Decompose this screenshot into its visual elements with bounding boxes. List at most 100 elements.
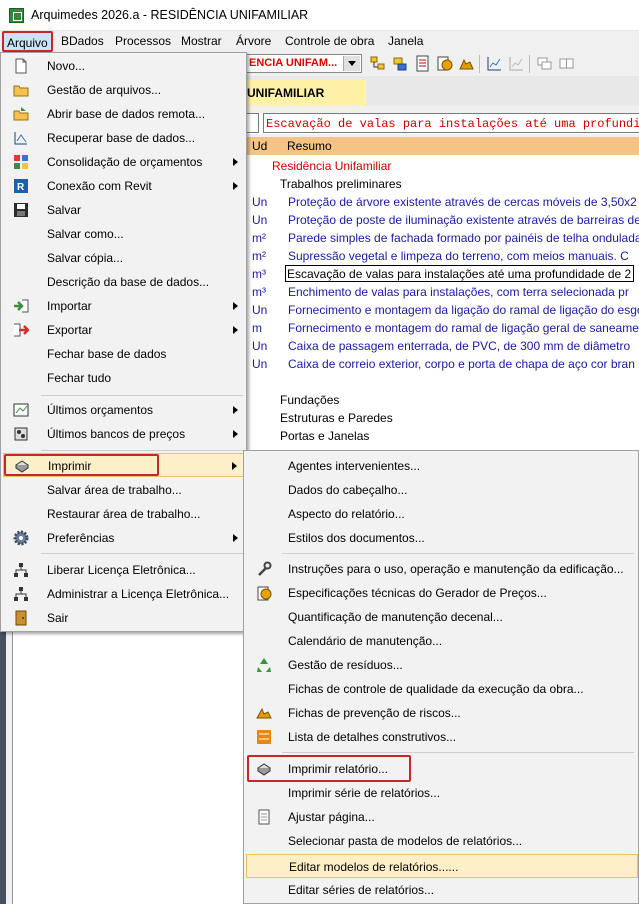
menu-item-exportar[interactable]: Exportar: [3, 318, 244, 342]
description-field[interactable]: Escavação de valas para instalações até …: [263, 113, 639, 133]
table-row-selected[interactable]: m³ Escavação de valas para instalações at…: [245, 265, 639, 283]
menu-item-gestao-de-arquivos[interactable]: Gestão de arquivos...: [3, 78, 244, 102]
menu-item-conexao-revit[interactable]: R Conexão com Revit: [3, 174, 244, 198]
menu-item-liberar-licenca[interactable]: Liberar Licença Eletrônica...: [3, 558, 244, 582]
column-header-summary[interactable]: Resumo: [287, 139, 332, 153]
row-summary: Trabalhos preliminares: [280, 177, 402, 191]
menu-item-label: Liberar Licença Eletrônica...: [47, 563, 196, 577]
tree-view[interactable]: [12, 628, 245, 904]
menu-item-calendario-manutencao[interactable]: Calendário de manutenção...: [246, 629, 638, 653]
menu-item-salvar-area[interactable]: Salvar área de trabalho...: [3, 478, 244, 502]
table-row[interactable]: Un Caixa de correio exterior, corpo e por…: [245, 355, 639, 373]
table-row[interactable]: Estruturas e Paredes: [245, 409, 639, 427]
submenu-arrow-icon: [233, 534, 238, 542]
code-field[interactable]: [245, 113, 259, 133]
menu-processos[interactable]: Processos: [115, 34, 171, 48]
menu-item-abrir-base-remota[interactable]: Abrir base de dados remota...: [3, 102, 244, 126]
menu-item-label: Fichas de prevenção de riscos...: [288, 706, 461, 720]
menu-item-salvar-copia[interactable]: Salvar cópia...: [3, 246, 244, 270]
table-row[interactable]: Trabalhos preliminares: [245, 175, 639, 193]
table-row[interactable]: Fundações: [245, 391, 639, 409]
menu-item-preferencias[interactable]: Preferências: [3, 526, 244, 550]
menu-item-salvar[interactable]: Salvar: [3, 198, 244, 222]
menu-item-dados-cabecalho[interactable]: Dados do cabeçalho...: [246, 478, 638, 502]
table-row[interactable]: Un Proteção de poste de iluminação existe…: [245, 211, 639, 229]
menu-arquivo[interactable]: Arquivo: [2, 31, 53, 52]
row-summary: Residência Unifamiliar: [272, 159, 392, 173]
tree-add-icon[interactable]: [370, 55, 387, 72]
menu-item-label: Administrar a Licença Eletrônica...: [47, 587, 230, 601]
menu-item-editar-series-relatorios[interactable]: Editar séries de relatórios...: [246, 878, 638, 902]
page-setup-icon: [258, 809, 270, 825]
menu-bdados[interactable]: BDados: [61, 34, 104, 48]
budget-combo[interactable]: ENCIA UNIFAM...: [245, 54, 362, 73]
menu-item-label: Selecionar pasta de modelos de relatório…: [288, 834, 523, 848]
menu-item-instrucoes-uso[interactable]: Instruções para o uso, operação e manute…: [246, 557, 638, 581]
chart-disabled-icon[interactable]: [508, 55, 525, 72]
table-row[interactable]: m Fornecimento e montagem do ramal de lig…: [245, 319, 639, 337]
menu-item-agentes-intervenientes[interactable]: Agentes intervenientes...: [246, 454, 638, 478]
menu-item-novo[interactable]: Novo...: [3, 54, 244, 78]
menu-item-descricao-base[interactable]: Descrição da base de dados...: [3, 270, 244, 294]
chevron-down-icon[interactable]: [343, 56, 360, 71]
menu-item-ultimos-bancos[interactable]: Últimos bancos de preços: [3, 422, 244, 446]
risk-prevention-toolbar-icon[interactable]: [458, 55, 475, 72]
menu-janela[interactable]: Janela: [388, 34, 423, 48]
menu-item-aspecto-relatorio[interactable]: Aspecto do relatório...: [246, 502, 638, 526]
menu-controle-de-obra[interactable]: Controle de obra: [285, 34, 374, 48]
table-row[interactable]: m² Parede simples de fachada formado por …: [245, 229, 639, 247]
menu-item-lista-detalhes-construtivos[interactable]: Lista de detalhes construtivos...: [246, 725, 638, 749]
menu-item-salvar-como[interactable]: Salvar como...: [3, 222, 244, 246]
menu-item-especificacoes-tecnicas[interactable]: Especificações técnicas do Gerador de Pr…: [246, 581, 638, 605]
menu-item-fichas-prevencao-riscos[interactable]: Fichas de prevenção de riscos...: [246, 701, 638, 725]
menu-item-sair[interactable]: Sair: [3, 606, 244, 630]
menu-item-editar-modelos-relatorios[interactable]: Editar modelos de relatórios......: [246, 854, 638, 878]
menu-mostrar[interactable]: Mostrar: [181, 34, 222, 48]
menu-item-gestao-residuos[interactable]: Gestão de resíduos...: [246, 653, 638, 677]
window-tile-icon[interactable]: [558, 55, 575, 72]
row-summary: Fornecimento e montagem da ligação do ra…: [288, 303, 639, 317]
menu-item-fechar-base[interactable]: Fechar base de dados: [3, 342, 244, 366]
menu-item-label: Exportar: [47, 323, 93, 337]
tab-residencia-unifamiliar[interactable]: UNIFAMILIAR: [245, 80, 366, 106]
tree-insert-icon[interactable]: [392, 55, 409, 72]
menu-item-restaurar-area[interactable]: Restaurar área de trabalho...: [3, 502, 244, 526]
menu-item-estilos-documentos[interactable]: Estilos dos documentos...: [246, 526, 638, 550]
menu-item-selecionar-pasta-modelos[interactable]: Selecionar pasta de modelos de relatório…: [246, 829, 638, 853]
chart-icon[interactable]: [486, 55, 503, 72]
recover-database-icon: [14, 132, 27, 145]
menu-item-ultimos-orcamentos[interactable]: Últimos orçamentos: [3, 398, 244, 422]
menu-item-importar[interactable]: Importar: [3, 294, 244, 318]
menu-item-label: Editar séries de relatórios...: [288, 883, 435, 897]
table-row[interactable]: m³ Enchimento de valas para instalações, …: [245, 283, 639, 301]
menu-item-imprimir-serie[interactable]: Imprimir série de relatórios...: [246, 781, 638, 805]
table-row[interactable]: Portas e Janelas: [245, 427, 639, 445]
row-summary: Proteção de poste de iluminação existent…: [288, 213, 639, 227]
imprimir-submenu: Agentes intervenientes... Dados do cabeç…: [243, 450, 639, 904]
menu-arvore[interactable]: Árvore: [236, 34, 271, 48]
column-header-unit[interactable]: Ud: [252, 139, 267, 153]
menu-item-label: Descrição da base de dados...: [47, 275, 210, 289]
menu-item-administrar-licenca[interactable]: Administrar a Licença Eletrônica...: [3, 582, 244, 606]
price-book-icon[interactable]: [436, 55, 453, 72]
menu-item-quantificacao-manutencao[interactable]: Quantificação de manutenção decenal...: [246, 605, 638, 629]
desktop-edge: [0, 628, 6, 904]
menu-item-fechar-tudo[interactable]: Fechar tudo: [3, 366, 244, 390]
menu-item-recuperar-base[interactable]: Recuperar base de dados...: [3, 126, 244, 150]
submenu-arrow-icon: [233, 406, 238, 414]
document-list-icon[interactable]: [414, 55, 431, 72]
menu-item-fichas-controle-qualidade[interactable]: Fichas de controle de qualidade da execu…: [246, 677, 638, 701]
new-file-icon: [15, 58, 27, 74]
menu-item-consolidacao[interactable]: Consolidação de orçamentos: [3, 150, 244, 174]
export-icon: [14, 323, 29, 337]
table-row[interactable]: Residência Unifamiliar: [245, 157, 639, 175]
table-row[interactable]: Un Proteção de árvore existente através d…: [245, 193, 639, 211]
table-row[interactable]: m² Supressão vegetal e limpeza do terreno…: [245, 247, 639, 265]
table-row[interactable]: Un Caixa de passagem enterrada, de PVC, d…: [245, 337, 639, 355]
menu-item-ajustar-pagina[interactable]: Ajustar página...: [246, 805, 638, 829]
table-header: Ud Resumo: [245, 137, 639, 155]
window-cascade-icon[interactable]: [536, 55, 553, 72]
remote-database-icon: [13, 107, 29, 121]
table-row[interactable]: Un Fornecimento e montagem da ligação do …: [245, 301, 639, 319]
recent-budgets-icon: [13, 403, 29, 417]
